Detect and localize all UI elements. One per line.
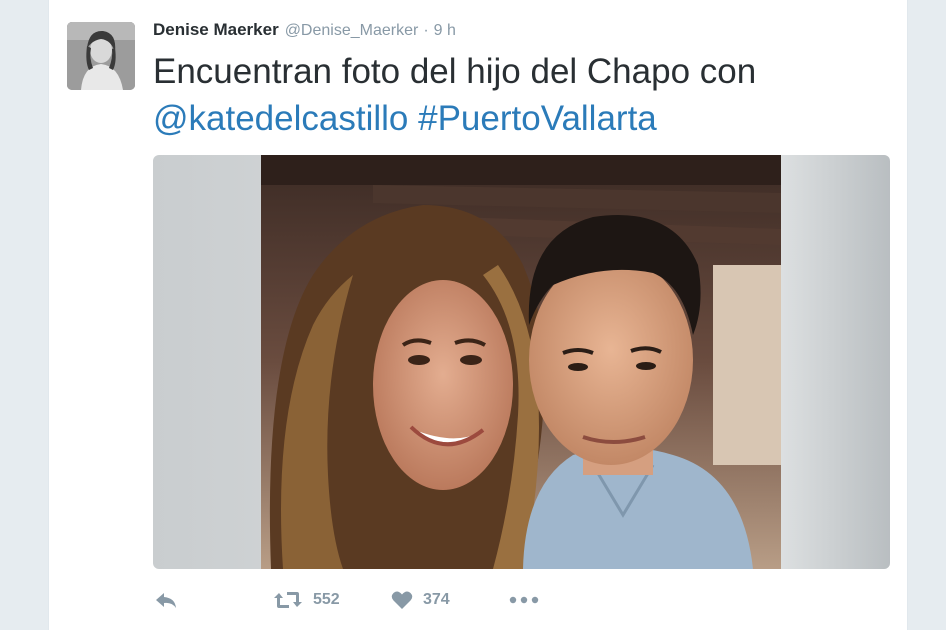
- retweet-button[interactable]: 552: [273, 590, 391, 610]
- avatar[interactable]: [67, 22, 135, 90]
- avatar-photo: [67, 22, 135, 90]
- timestamp-link[interactable]: 9 h: [434, 22, 456, 40]
- tweet-card: Denise Maerker @Denise_Maerker · 9 h Enc…: [48, 0, 908, 630]
- separator-dot: ·: [423, 22, 429, 39]
- tweet-text: Encuentran foto del hijo del Chapo con @…: [153, 48, 893, 142]
- selfie-photo: [153, 155, 890, 569]
- mention-link[interactable]: @katedelcastillo: [153, 99, 408, 138]
- author-handle[interactable]: @Denise_Maerker: [285, 22, 419, 40]
- retweet-count: 552: [313, 591, 340, 608]
- tweet-photo[interactable]: [153, 155, 890, 569]
- heart-icon: [391, 591, 413, 609]
- retweet-icon: [274, 592, 302, 608]
- like-count: 374: [423, 591, 450, 608]
- reply-button[interactable]: [153, 590, 273, 610]
- hashtag-link[interactable]: #PuertoVallarta: [418, 99, 657, 138]
- tweet-header: Denise Maerker @Denise_Maerker · 9 h: [153, 20, 456, 44]
- author-name[interactable]: Denise Maerker: [153, 20, 279, 40]
- more-button[interactable]: [509, 596, 539, 604]
- like-button[interactable]: 374: [391, 590, 509, 610]
- tweet-body-text: Encuentran foto del hijo del Chapo con: [153, 52, 757, 91]
- reply-icon: [156, 593, 176, 608]
- tweet-actions: 552 374: [153, 586, 539, 614]
- more-icon: [509, 596, 539, 604]
